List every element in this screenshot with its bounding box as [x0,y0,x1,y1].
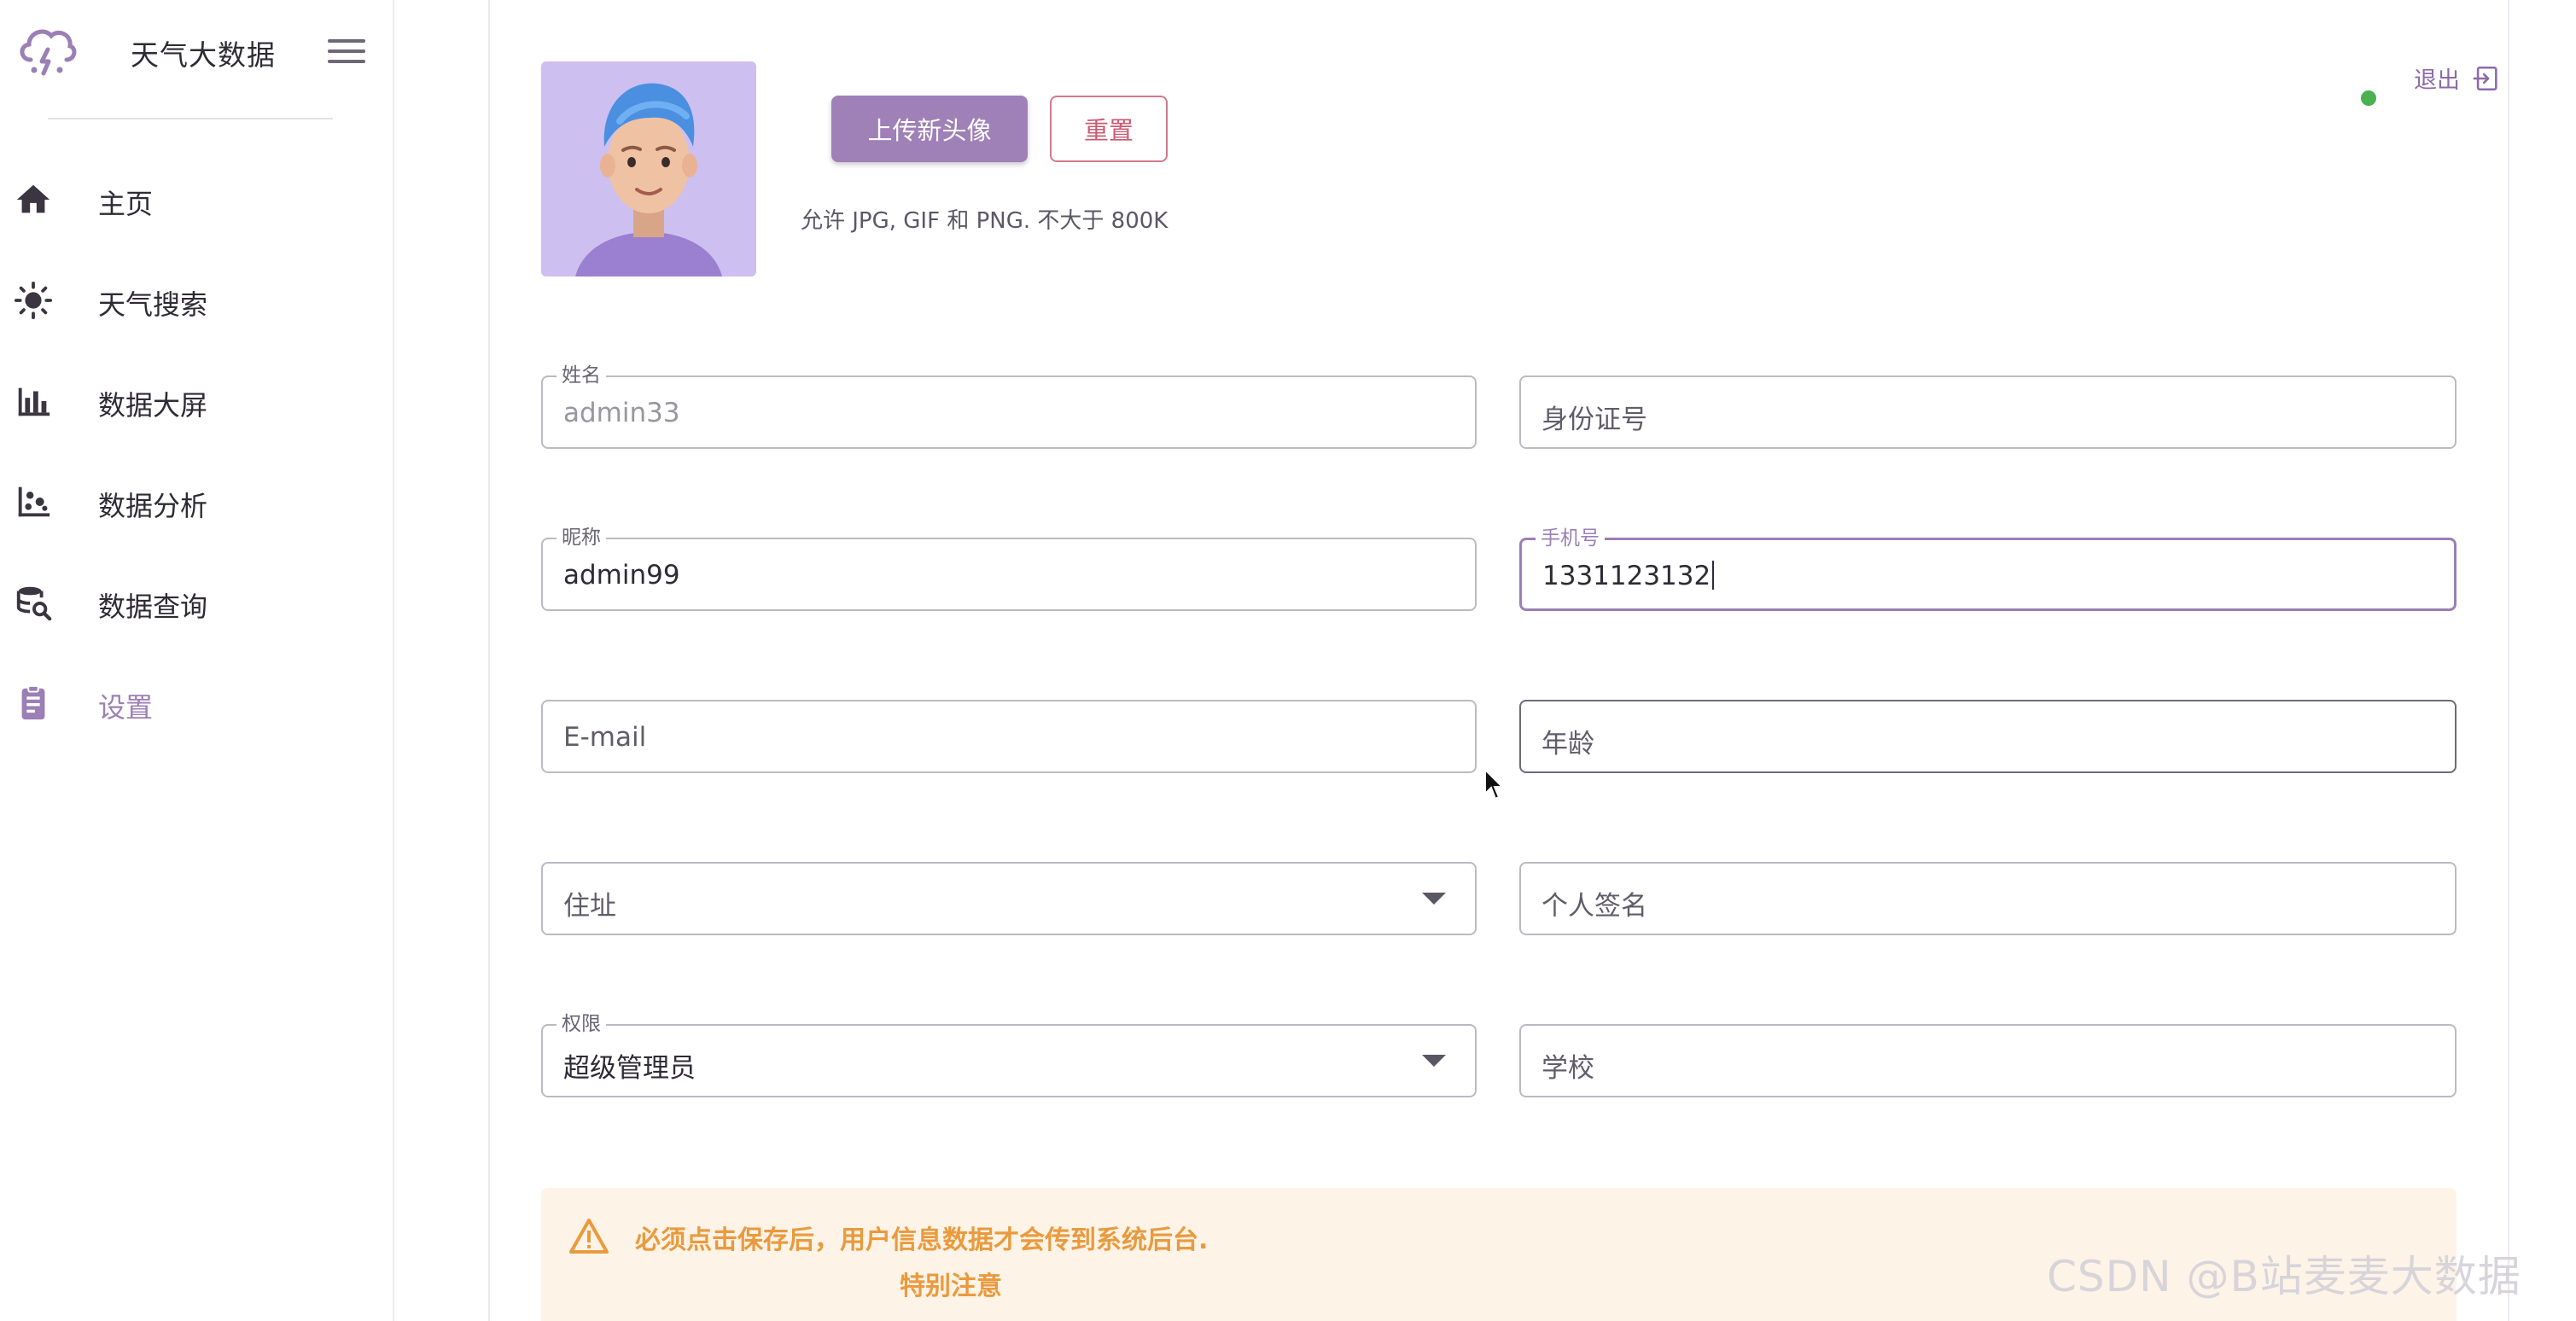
role-select[interactable]: 权限 超级管理员 [541,1014,1477,1097]
field-placeholder: 个人签名 [1542,891,1647,922]
field-placeholder: 住址 [563,891,616,922]
logout-label: 退出 [2414,67,2460,94]
address-select[interactable]: 住址 [541,862,1477,935]
sidebar-item-weather-search[interactable]: 天气搜索 [0,251,394,352]
mouse-cursor-icon [1484,768,1505,800]
sidebar-item-label: 主页 [98,188,154,220]
text-caret [1712,561,1715,590]
sidebar-item-settings[interactable]: 设置 [0,654,394,754]
field-value: admin33 [563,398,680,428]
home-icon [16,184,50,213]
menu-toggle-icon[interactable] [328,39,365,68]
reset-avatar-button[interactable]: 重置 [1050,96,1168,162]
upload-avatar-button[interactable]: 上传新头像 [831,96,1028,162]
divider [48,118,333,119]
sidebar-item-home[interactable]: 主页 [0,150,394,251]
sidebar-item-analysis[interactable]: 数据分析 [0,452,394,553]
sun-icon [14,281,53,320]
watermark: CSDN @B站麦麦大数据 [2047,1252,2521,1301]
field-label: 姓名 [557,365,606,386]
field-placeholder: 年龄 [1542,729,1594,759]
avatar [541,61,756,276]
field-value: admin99 [563,560,680,591]
signature-field[interactable]: 个人签名 [1519,862,2457,935]
id-number-field[interactable]: 身份证号 [1519,375,2457,449]
avatar-illustration-icon [541,61,756,276]
field-label: 权限 [557,1014,606,1034]
field-label: 手机号 [1536,528,1605,549]
sidebar-nav: 主页 天气搜索 数据大屏 数据分析 数据查询 设置 [0,150,394,754]
sidebar-item-label: 天气搜索 [98,288,208,321]
alert-subtitle: 特别注意 [900,1272,1002,1301]
alert-message: 必须点击保存后，用户信息数据才会传到系统后台. [635,1225,1209,1255]
warning-icon [569,1219,609,1254]
content-border [2508,0,2509,1321]
sidebar-item-query[interactable]: 数据查询 [0,553,394,654]
app-title: 天气大数据 [131,38,276,72]
sidebar-item-label: 数据分析 [98,490,208,522]
sidebar-item-label: 设置 [98,691,154,724]
chevron-down-icon [1422,893,1446,905]
field-placeholder: 身份证号 [1542,404,1647,435]
sidebar-item-label: 数据查询 [98,591,208,623]
field-value: 1331123132 [1542,561,1711,591]
field-label: 昵称 [557,527,606,548]
sidebar-item-dashboard[interactable]: 数据大屏 [0,352,394,452]
app-root: 天气大数据 主页 天气搜索 数据大屏 数据分析 数据查询 设置 上传新头像 重置… [0,0,2576,1321]
name-field[interactable]: 姓名 admin33 [541,365,1477,449]
upload-hint: 允许 JPG, GIF 和 PNG. 不大于 800K [801,208,1169,234]
logout-button[interactable]: 退出 [2414,61,2501,95]
cloud-lightning-logo-icon [20,29,77,76]
email-field[interactable]: E-mail [541,700,1477,773]
sidebar: 天气大数据 主页 天气搜索 数据大屏 数据分析 数据查询 设置 [0,0,394,1321]
clipboard-icon [21,684,45,720]
nickname-field[interactable]: 昵称 admin99 [541,527,1477,611]
content-border [488,0,490,1321]
field-placeholder: 学校 [1542,1053,1594,1084]
phone-field[interactable]: 手机号 1331123132 [1519,528,2457,611]
sidebar-item-label: 数据大屏 [98,389,208,422]
brand: 天气大数据 [0,0,394,119]
logout-icon [2473,66,2497,90]
online-status-dot [2361,90,2376,106]
school-field[interactable]: 学校 [1519,1024,2457,1097]
bar-chart-icon [18,387,50,416]
database-search-icon [16,586,52,621]
chevron-down-icon [1422,1055,1446,1067]
scatter-chart-icon [18,486,50,517]
field-value-wrap: 1331123132 [1542,561,1715,591]
field-placeholder: E-mail [563,722,647,753]
age-field[interactable]: 年龄 [1519,700,2457,773]
field-value: 超级管理员 [563,1053,696,1084]
